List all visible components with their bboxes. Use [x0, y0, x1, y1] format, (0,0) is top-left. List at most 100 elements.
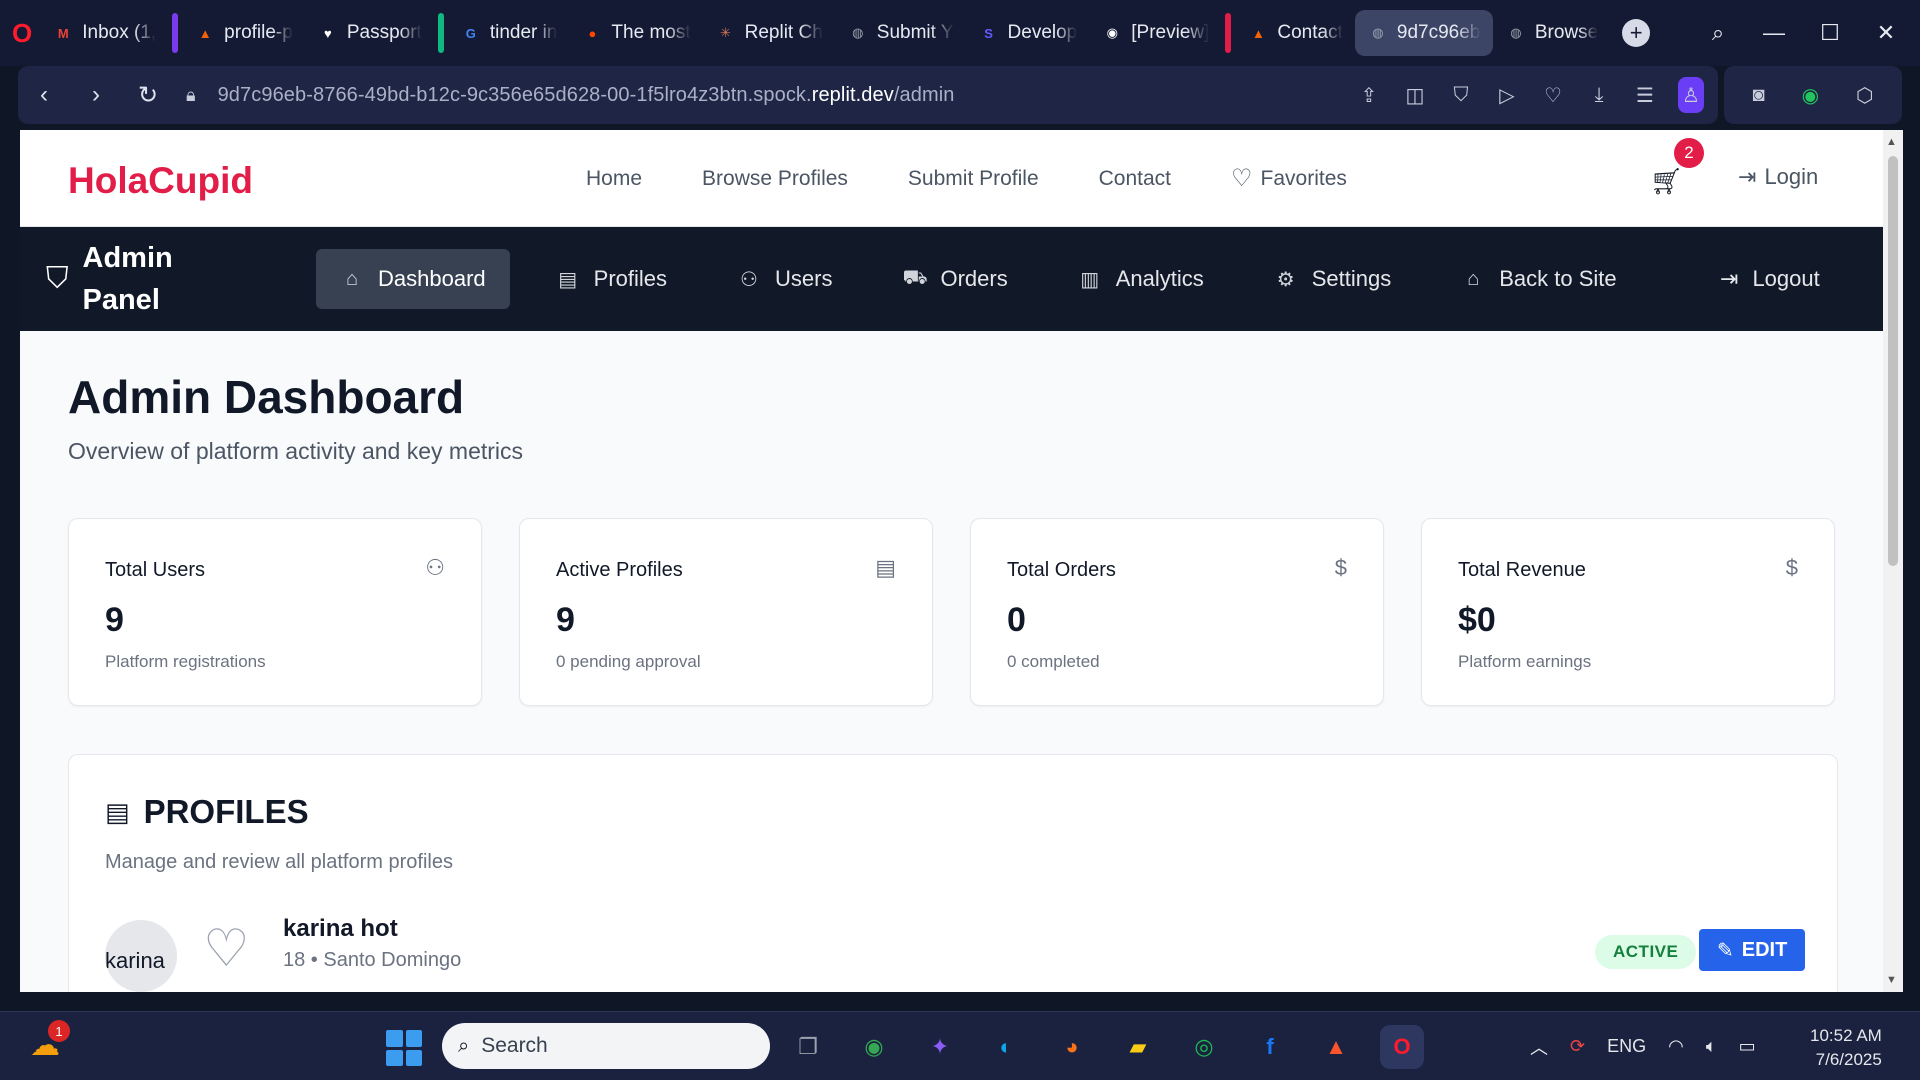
- edit-label: EDIT: [1741, 938, 1788, 961]
- gmail-icon: M: [57, 25, 69, 41]
- camera-icon[interactable]: ◙: [1752, 84, 1764, 107]
- taskbar-clock[interactable]: 10:52 AM 7/6/2025: [1810, 1024, 1882, 1072]
- admin-nav-analytics[interactable]: ▥ Analytics: [1054, 249, 1228, 309]
- heart-icon[interactable]: ♡: [1540, 83, 1566, 108]
- search-tabs-icon[interactable]: ⌕: [1690, 20, 1746, 46]
- cube-icon[interactable]: ⬡: [1856, 83, 1873, 108]
- language-indicator[interactable]: ENG: [1607, 1036, 1646, 1057]
- snapshot-icon[interactable]: ◫: [1402, 83, 1428, 108]
- extensions-bar: ◙ ◉ ⬡: [1724, 66, 1902, 124]
- maximize-button[interactable]: ☐: [1802, 20, 1858, 46]
- brave-icon[interactable]: ▲: [1314, 1025, 1358, 1069]
- nav-home-link[interactable]: Home: [586, 167, 642, 191]
- file-explorer-icon[interactable]: ▰: [1116, 1025, 1160, 1069]
- lock-icon[interactable]: 🔒︎: [186, 85, 196, 106]
- browser-tab[interactable]: Gtinder in: [448, 10, 570, 56]
- document-icon: ▤: [558, 268, 578, 291]
- play-icon[interactable]: ▷: [1494, 83, 1520, 108]
- nav-submit-profile-link[interactable]: Submit Profile: [908, 167, 1039, 191]
- browser-tab[interactable]: ◍ 9d7c96eb-8766: [1354, 10, 1493, 56]
- favorite-heart-icon[interactable]: ♡: [203, 919, 250, 979]
- browser-tab-label: Passport: [346, 22, 422, 43]
- admin-logout-button[interactable]: ⇥ Logout: [1720, 227, 1820, 331]
- edit-button[interactable]: ✎ EDIT: [1699, 929, 1806, 971]
- nav-browse-profiles-link[interactable]: Browse Profiles: [702, 167, 848, 191]
- forward-button[interactable]: ›: [70, 81, 122, 109]
- site-logo[interactable]: HolaCupid: [68, 160, 253, 202]
- stat-value: $0: [1458, 601, 1496, 639]
- back-button[interactable]: ‹: [18, 81, 70, 109]
- browser-tab[interactable]: M Inbox (1,: [40, 10, 168, 56]
- profiles-subtitle: Manage and review all platform profiles: [105, 851, 453, 873]
- browser-tab-label: Develop: [1007, 22, 1078, 43]
- scrollbar-thumb[interactable]: [1888, 156, 1898, 566]
- login-button[interactable]: ⇥ Login: [1738, 164, 1818, 190]
- cart-icon[interactable]: 🛒︎: [1650, 166, 1683, 197]
- sync-icon[interactable]: ⟳: [1570, 1036, 1585, 1057]
- admin-brand: ⛉ Admin Panel: [46, 227, 203, 331]
- copilot-icon[interactable]: ✦: [918, 1025, 962, 1069]
- google-icon: G: [465, 25, 476, 41]
- browser-tab[interactable]: S Develop: [966, 10, 1090, 56]
- spotify-icon[interactable]: ◎: [1182, 1025, 1226, 1069]
- taskbar-search[interactable]: ⌕ Search: [442, 1023, 770, 1069]
- edge-icon[interactable]: ◐: [984, 1025, 1028, 1069]
- browser-tab[interactable]: ▲ Contact: [1235, 10, 1354, 56]
- easy-setup-icon[interactable]: ☰: [1632, 83, 1658, 108]
- opera-logo-icon[interactable]: O: [12, 18, 32, 49]
- clock-time: 10:52 AM: [1810, 1026, 1882, 1045]
- wifi-icon[interactable]: ◠: [1668, 1036, 1684, 1057]
- browser-tab[interactable]: ♥ Passport: [305, 10, 434, 56]
- volume-icon[interactable]: 🔈︎: [1706, 1036, 1717, 1057]
- page-scrollbar[interactable]: ▲ ▼: [1883, 130, 1903, 992]
- favorites-link[interactable]: ♡ Favorites: [1231, 164, 1347, 193]
- profile-row[interactable]: karina ♡ karina hot 18 • Santo Domingo A…: [105, 915, 1806, 992]
- admin-nav-profiles[interactable]: ▤ Profiles: [532, 249, 691, 309]
- facebook-icon[interactable]: f: [1248, 1025, 1292, 1069]
- profiles-panel: ▤ PROFILES Manage and review all platfor…: [68, 754, 1838, 992]
- admin-nav-settings[interactable]: ⚙ Settings: [1250, 249, 1416, 309]
- url-field[interactable]: 9d7c96eb-8766-49bd-b12c-9c356e65d628-00-…: [218, 84, 955, 107]
- extension-green-icon[interactable]: ◉: [1802, 83, 1819, 108]
- admin-nav-orders[interactable]: ⛟ Orders: [878, 249, 1031, 309]
- reload-button[interactable]: ↻: [122, 81, 174, 110]
- opera-icon[interactable]: O: [1380, 1025, 1424, 1069]
- browser-tab[interactable]: ▲ profile-p: [182, 10, 305, 56]
- new-tab-button[interactable]: +: [1622, 19, 1651, 47]
- browser-tab[interactable]: ● The most: [569, 10, 702, 56]
- reddit-icon: ●: [588, 25, 597, 41]
- login-label: Login: [1764, 164, 1819, 189]
- minimize-button[interactable]: —: [1746, 20, 1802, 46]
- close-window-button[interactable]: ✕: [1858, 20, 1914, 46]
- chevron-up-icon[interactable]: ︿: [1530, 1034, 1548, 1060]
- avatar[interactable]: karina: [105, 920, 177, 992]
- share-icon[interactable]: ⇪: [1356, 83, 1382, 108]
- scroll-up-arrow[interactable]: ▲: [1886, 136, 1897, 148]
- clock-date: 7/6/2025: [1815, 1050, 1882, 1069]
- browser-tab-label: [Preview]: [1131, 22, 1210, 43]
- stat-title: Total Revenue: [1458, 559, 1586, 581]
- start-button[interactable]: [386, 1030, 422, 1066]
- profile-name[interactable]: karina hot: [283, 915, 398, 943]
- users-icon: ⚇: [425, 555, 445, 580]
- chrome-icon[interactable]: ◉: [852, 1025, 896, 1069]
- firefox-icon[interactable]: ◕: [1050, 1025, 1094, 1069]
- shield-icon[interactable]: ⛉: [1448, 84, 1474, 107]
- admin-nav-dashboard[interactable]: ⌂ Dashboard: [316, 249, 510, 309]
- task-view-icon[interactable]: ❐: [786, 1025, 830, 1069]
- browser-tab[interactable]: ◍ Browse: [1493, 10, 1610, 56]
- scroll-down-arrow[interactable]: ▼: [1886, 974, 1897, 986]
- nav-contact-link[interactable]: Contact: [1099, 167, 1171, 191]
- download-icon[interactable]: ⤓: [1586, 84, 1612, 107]
- admin-nav-back-to-site[interactable]: ⌂ Back to Site: [1437, 249, 1640, 309]
- admin-nav-users[interactable]: ⚇ Users: [713, 249, 856, 309]
- profile-meta: 18 • Santo Domingo: [283, 949, 462, 971]
- browser-tab[interactable]: ◉ [Preview]: [1089, 10, 1221, 56]
- globe-icon: ◍: [1372, 25, 1384, 40]
- battery-icon[interactable]: ▭: [1739, 1036, 1756, 1057]
- browser-tab[interactable]: ✳ Replit Ch: [703, 10, 835, 56]
- browser-tab[interactable]: ◍ Submit Y: [835, 10, 966, 56]
- site-nav: Home Browse Profiles Submit Profile Cont…: [586, 130, 1347, 227]
- replit-icon: ▲: [1251, 25, 1265, 41]
- profile-icon[interactable]: ♙: [1678, 77, 1704, 113]
